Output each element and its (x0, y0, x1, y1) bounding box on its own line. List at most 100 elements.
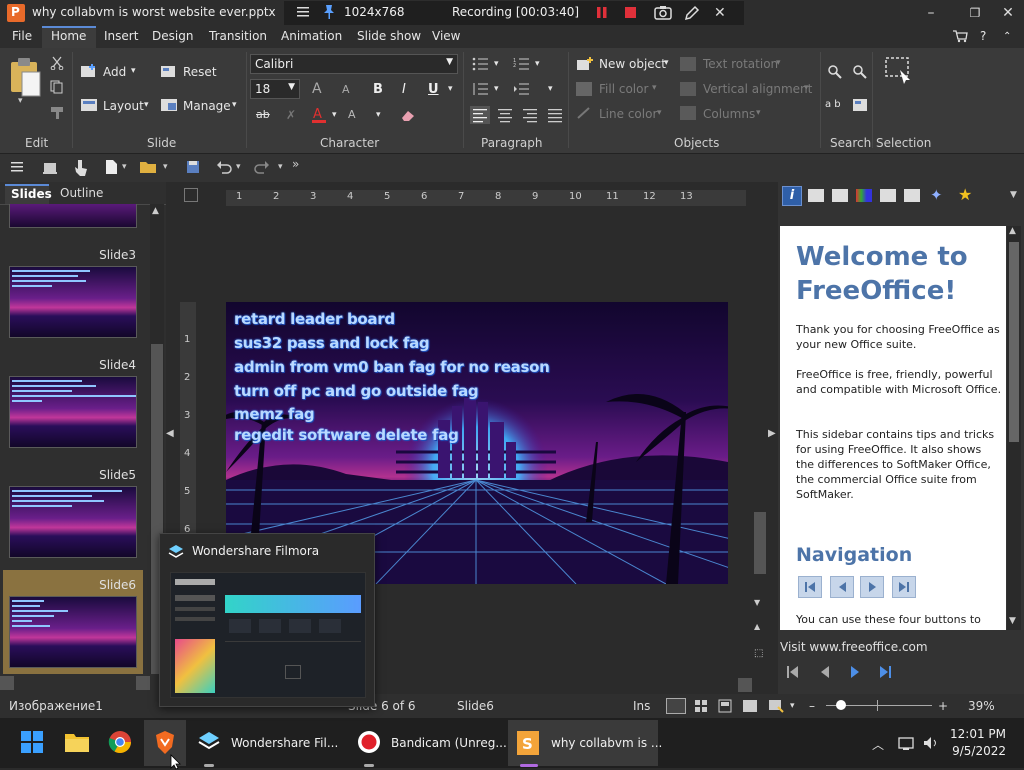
sidebar-tab-icon[interactable] (856, 189, 872, 202)
text-rotation-button[interactable]: Text rotation (703, 57, 778, 71)
redo-dropdown-icon[interactable]: ▾ (278, 162, 283, 172)
slide-thumb-5[interactable] (9, 486, 137, 558)
align-left-icon[interactable] (470, 106, 490, 124)
menu-icon[interactable] (10, 160, 24, 174)
add-button[interactable]: Add (103, 65, 126, 79)
bullets-dropdown-icon[interactable]: ▾ (494, 59, 499, 69)
slide-thumb-6[interactable] (9, 596, 137, 668)
add-dropdown-icon[interactable]: ▾ (131, 66, 136, 76)
filmora-window-thumbnail[interactable] (170, 572, 366, 698)
collapse-left-icon[interactable]: ◀ (166, 428, 174, 439)
reset-icon[interactable] (160, 65, 176, 79)
replace-icon[interactable]: a b (825, 99, 841, 110)
collapse-right-icon[interactable]: ▶ (768, 428, 776, 439)
shrink-font-icon[interactable]: A (342, 83, 350, 96)
freeoffice-taskbar-label[interactable]: why collabvm is ... (551, 736, 662, 750)
layout-icon[interactable] (80, 98, 98, 112)
char-more-dropdown-icon[interactable]: ▾ (376, 110, 381, 120)
slideshow-view-icon[interactable] (768, 699, 784, 713)
paste-dropdown-icon[interactable]: ▾ (18, 96, 23, 106)
clock-date[interactable]: 9/5/2022 (950, 744, 1006, 758)
numbering-dropdown-icon[interactable]: ▾ (535, 59, 540, 69)
columns-dropdown-icon[interactable]: ▾ (756, 108, 761, 118)
scroll-up-icon[interactable]: ▲ (152, 206, 159, 216)
clear-format-icon[interactable]: ✗ (286, 108, 296, 122)
highlight-icon[interactable]: A (348, 108, 356, 121)
slide-thumb-partial[interactable] (9, 204, 137, 228)
sidebar-tab-icon[interactable] (832, 189, 848, 202)
paste-icon[interactable] (8, 56, 42, 100)
sidebar-tab-icon[interactable] (880, 189, 896, 202)
cart-icon[interactable] (952, 29, 968, 43)
bandicam-icon[interactable] (357, 730, 383, 756)
strikethrough-icon[interactable]: ab (256, 108, 270, 121)
undo-icon[interactable] (216, 159, 232, 175)
sidebar-prev-icon[interactable] (814, 662, 836, 682)
menu-animation[interactable]: Animation (281, 29, 342, 43)
redo-icon[interactable] (254, 159, 270, 175)
line-spacing-icon[interactable] (472, 82, 490, 96)
chrome-icon[interactable] (108, 730, 134, 756)
sidebar-last-icon[interactable] (874, 662, 896, 682)
indent-dropdown-icon[interactable]: ▾ (548, 84, 553, 94)
new-object-dropdown-icon[interactable]: ▾ (664, 58, 669, 68)
manage-button[interactable]: Manage (183, 99, 231, 113)
zoom-out-icon[interactable]: – (809, 699, 815, 713)
view-dropdown-icon[interactable]: ▾ (790, 701, 795, 711)
sidebar-menu-dropdown-icon[interactable]: ▼ (1010, 190, 1017, 200)
tray-overflow-icon[interactable]: ︿ (872, 736, 884, 753)
search-icon[interactable] (827, 64, 843, 80)
tab-slides[interactable]: Slides (5, 184, 52, 204)
new-object-button[interactable]: New object (599, 57, 666, 71)
camera-icon[interactable] (654, 5, 672, 20)
menu-home[interactable]: Home (51, 29, 86, 43)
line-color-dropdown-icon[interactable]: ▾ (657, 108, 662, 118)
font-color-icon[interactable]: A (310, 106, 328, 124)
add-slide-icon[interactable] (80, 64, 98, 80)
save-icon[interactable] (186, 160, 200, 174)
grow-font-icon[interactable]: A (312, 81, 322, 97)
new-object-icon[interactable] (576, 56, 594, 72)
slide-text-line[interactable]: memz fag (234, 405, 315, 423)
open-folder-icon[interactable] (139, 160, 157, 174)
sidebar-first-icon[interactable] (782, 662, 804, 682)
sidebar-tab-icon[interactable] (808, 189, 824, 202)
zoom-in-icon[interactable]: + (938, 699, 948, 713)
star-icon[interactable]: ★ (958, 185, 972, 204)
horizontal-ruler[interactable]: 1 2 3 4 5 6 7 8 9 10 11 12 13 (226, 190, 746, 206)
bandicam-taskbar-label[interactable]: Bandicam (Unreg... (391, 736, 507, 750)
hand-tool-icon[interactable] (42, 160, 58, 176)
hamburger-icon[interactable] (296, 5, 312, 19)
freeoffice-presentations-icon[interactable]: S (516, 730, 542, 756)
master-view-icon[interactable] (742, 699, 758, 713)
reset-button[interactable]: Reset (183, 65, 217, 79)
filmora-icon[interactable] (196, 730, 222, 756)
next-slide-icon[interactable]: ⬚ (754, 648, 763, 659)
format-painter-icon[interactable] (50, 106, 66, 120)
sidebar-next-icon[interactable] (844, 662, 866, 682)
scroll-up-icon[interactable]: ▲ (1009, 226, 1016, 236)
help-icon[interactable]: ? (980, 29, 986, 43)
zoom-level[interactable]: 39% (968, 699, 995, 713)
slide-text-line[interactable]: retard leader board (234, 310, 395, 328)
filmora-taskbar-label[interactable]: Wondershare Fil... (231, 736, 338, 750)
info-icon[interactable]: i (782, 186, 802, 206)
underline-icon[interactable]: U (428, 82, 439, 97)
clock-time[interactable]: 12:01 PM (950, 727, 1006, 741)
pause-icon[interactable] (596, 6, 608, 19)
stop-icon[interactable] (624, 6, 637, 19)
vertical-alignment-dropdown-icon[interactable]: ▾ (804, 83, 809, 93)
taskbar-preview-popup[interactable]: Wondershare Filmora (159, 533, 375, 707)
restore-icon[interactable]: ❐ (964, 3, 986, 23)
volume-icon[interactable] (922, 735, 940, 751)
slide-text-line[interactable]: regedit software delete fag (234, 426, 459, 444)
scroll-down-icon[interactable]: ▼ (1009, 616, 1016, 626)
visit-link[interactable]: Visit www.freeoffice.com (780, 640, 928, 654)
justify-icon[interactable] (545, 106, 565, 124)
scroll-down-icon[interactable]: ▼ (754, 598, 760, 607)
indent-icon[interactable] (513, 82, 531, 96)
eraser-icon[interactable] (400, 108, 416, 122)
slide-thumb-3[interactable] (9, 266, 137, 338)
numbering-icon[interactable]: 12 (513, 57, 531, 71)
open-dropdown-icon[interactable]: ▾ (163, 162, 168, 172)
